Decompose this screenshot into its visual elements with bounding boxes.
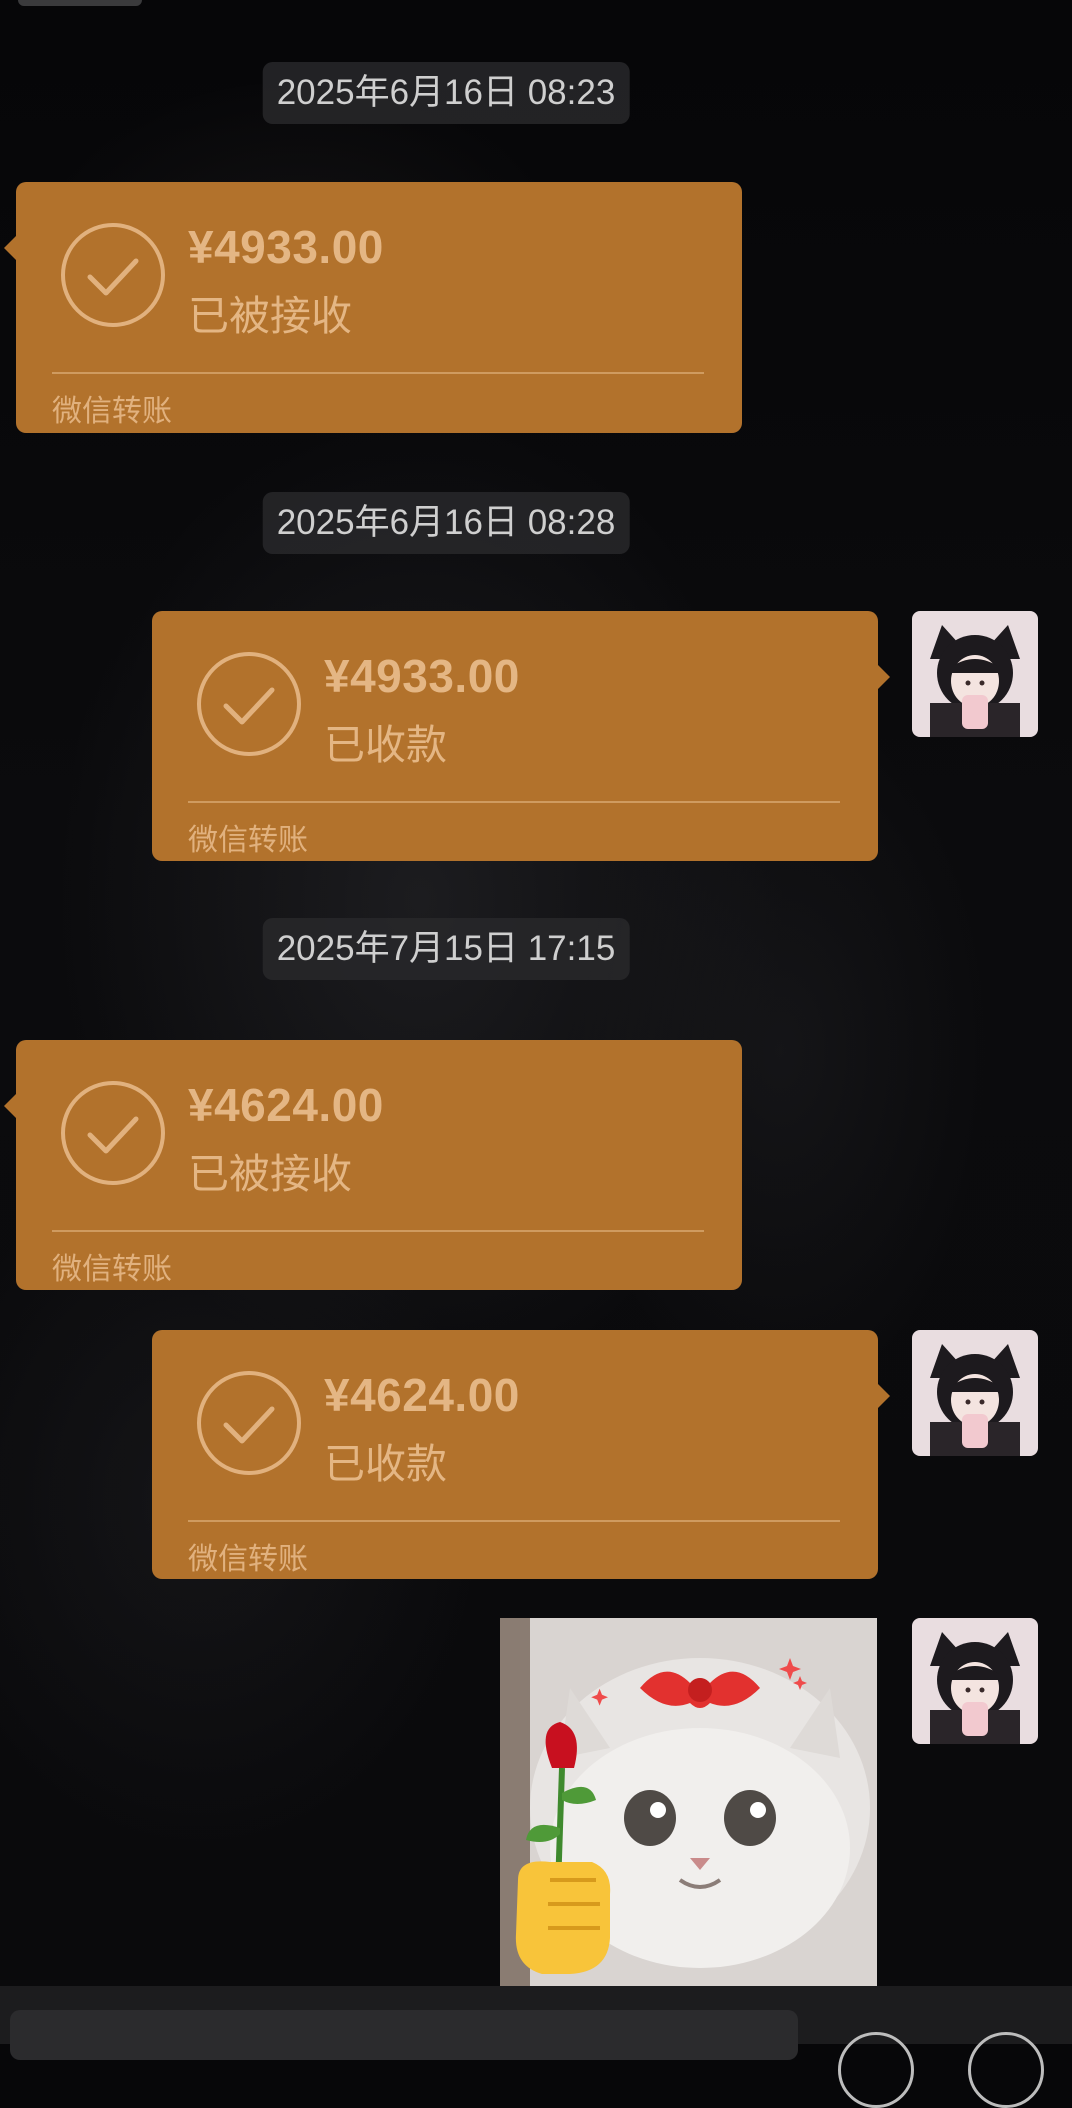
previous-message-edge [18,0,142,6]
transfer-message[interactable]: ¥4933.00 已收款 微信转账 [152,611,890,861]
avatar[interactable] [912,1330,1038,1456]
divider [52,372,704,374]
check-circle-icon [61,1081,165,1185]
transfer-status: 已收款 [324,722,447,768]
transfer-status: 已收款 [324,1441,447,1487]
transfer-footer-label: 微信转账 [188,1543,308,1576]
transfer-message[interactable]: ¥4933.00 已被接收 微信转账 [4,182,742,433]
check-circle-icon [197,652,301,756]
timestamp: 2025年6月16日 08:23 [262,62,630,124]
check-circle-icon [197,1371,301,1475]
divider [188,801,840,803]
transfer-footer-label: 微信转账 [52,1253,172,1286]
timestamp: 2025年6月16日 08:28 [262,492,630,554]
transfer-amount: ¥4933.00 [188,221,384,273]
timestamp: 2025年7月15日 17:15 [262,918,630,980]
emoji-icon[interactable] [838,2032,914,2108]
message-input[interactable] [10,2010,798,2060]
transfer-amount: ¥4624.00 [188,1079,384,1131]
transfer-status: 已被接收 [188,1151,352,1197]
transfer-amount: ¥4624.00 [324,1369,520,1421]
cat-rose-sticker[interactable] [500,1618,877,1986]
add-icon[interactable] [968,2032,1044,2108]
transfer-footer-label: 微信转账 [188,824,308,857]
divider [188,1520,840,1522]
chat-input-bar [0,1986,1072,2060]
transfer-message[interactable]: ¥4624.00 已被接收 微信转账 [4,1040,742,1290]
transfer-status: 已被接收 [188,293,352,339]
transfer-footer-label: 微信转账 [52,395,172,428]
check-circle-icon [61,223,165,327]
divider [52,1230,704,1232]
avatar[interactable] [912,611,1038,737]
transfer-message[interactable]: ¥4624.00 已收款 微信转账 [152,1330,890,1579]
avatar[interactable] [912,1618,1038,1744]
transfer-amount: ¥4933.00 [324,650,520,702]
